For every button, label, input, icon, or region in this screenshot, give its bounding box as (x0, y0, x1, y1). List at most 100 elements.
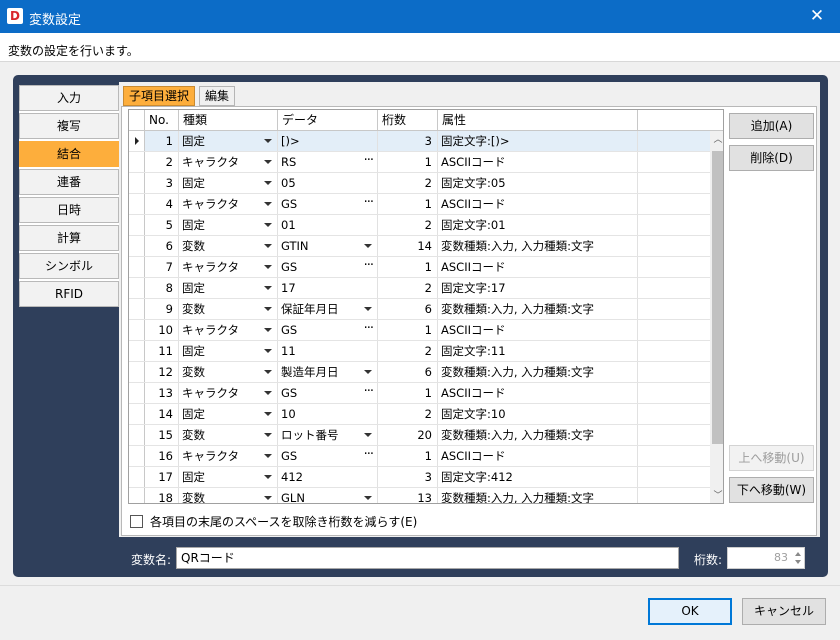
cell-kind[interactable]: キャラクタ (179, 383, 278, 403)
cell-data[interactable]: GS ··· (278, 446, 378, 466)
cell-kind[interactable]: キャラクタ (179, 152, 278, 172)
cancel-button[interactable]: キャンセル (742, 598, 826, 625)
cell-data[interactable]: GLN (278, 488, 378, 503)
cell-kind[interactable]: 固定 (179, 131, 278, 151)
chevron-down-icon[interactable] (264, 496, 272, 500)
cell-data[interactable]: GS ··· (278, 320, 378, 340)
column-header-kind[interactable]: 種類 (179, 110, 278, 131)
ellipsis-icon[interactable]: ··· (364, 383, 374, 402)
cell-data[interactable]: GS ··· (278, 257, 378, 277)
move-down-button[interactable]: 下へ移動(W) (729, 477, 814, 503)
row-header[interactable] (129, 278, 145, 298)
sidebar-item[interactable]: 結合 (19, 141, 119, 167)
sidebar-item[interactable]: 計算 (19, 225, 119, 251)
cell-kind[interactable]: 変数 (179, 299, 278, 319)
row-header[interactable] (129, 383, 145, 403)
tab-edit[interactable]: 編集 (199, 86, 236, 106)
table-row[interactable]: 11 固定 11 2 固定文字:11 (129, 341, 710, 362)
cell-data[interactable]: ロット番号 (278, 425, 378, 445)
column-header-digits[interactable]: 桁数 (378, 110, 438, 131)
cell-data[interactable]: 10 (278, 404, 378, 424)
row-header[interactable] (129, 320, 145, 340)
table-row[interactable]: 4 キャラクタ GS ··· 1 ASCIIコード (129, 194, 710, 215)
chevron-down-icon[interactable] (264, 160, 272, 164)
table-row[interactable]: 2 キャラクタ RS ··· 1 ASCIIコード (129, 152, 710, 173)
chevron-down-icon[interactable] (264, 349, 272, 353)
tab-child-select[interactable]: 子項目選択 (123, 86, 196, 106)
grid-scrollbar[interactable]: ︿ ﹀ (710, 131, 723, 503)
row-header[interactable] (129, 215, 145, 235)
sidebar-item[interactable]: シンボル (19, 253, 119, 279)
scroll-thumb[interactable] (712, 151, 723, 444)
cell-kind[interactable]: 変数 (179, 488, 278, 503)
close-icon[interactable]: ✕ (794, 0, 840, 33)
ok-button[interactable]: OK (648, 598, 732, 625)
delete-button[interactable]: 削除(D) (729, 145, 814, 171)
cell-data[interactable]: [)> (278, 131, 378, 151)
ellipsis-icon[interactable]: ··· (364, 152, 374, 171)
ellipsis-icon[interactable]: ··· (364, 257, 374, 276)
row-header[interactable] (129, 341, 145, 361)
chevron-down-icon[interactable] (264, 244, 272, 248)
cell-data[interactable]: 17 (278, 278, 378, 298)
cell-kind[interactable]: 変数 (179, 362, 278, 382)
chevron-down-icon[interactable] (264, 328, 272, 332)
table-row[interactable]: 9 変数 保証年月日 6 変数種類:入力, 入力種類:文字 (129, 299, 710, 320)
table-row[interactable]: 17 固定 412 3 固定文字:412 (129, 467, 710, 488)
cell-kind[interactable]: 変数 (179, 236, 278, 256)
row-header[interactable] (129, 152, 145, 172)
chevron-down-icon[interactable] (364, 307, 372, 311)
cell-data[interactable]: RS ··· (278, 152, 378, 172)
column-header-attribute[interactable]: 属性 (438, 110, 638, 131)
chevron-down-icon[interactable] (264, 370, 272, 374)
chevron-down-icon[interactable] (364, 496, 372, 500)
chevron-down-icon[interactable] (264, 223, 272, 227)
table-row[interactable]: 7 キャラクタ GS ··· 1 ASCIIコード (129, 257, 710, 278)
table-row[interactable]: 10 キャラクタ GS ··· 1 ASCIIコード (129, 320, 710, 341)
table-row[interactable]: 5 固定 01 2 固定文字:01 (129, 215, 710, 236)
chevron-down-icon[interactable] (264, 286, 272, 290)
ellipsis-icon[interactable]: ··· (364, 194, 374, 213)
column-header-data[interactable]: データ (278, 110, 378, 131)
row-header[interactable] (129, 446, 145, 466)
cell-kind[interactable]: キャラクタ (179, 257, 278, 277)
row-header[interactable] (129, 194, 145, 214)
cell-kind[interactable]: 固定 (179, 341, 278, 361)
cell-data[interactable]: 01 (278, 215, 378, 235)
cell-kind[interactable]: 固定 (179, 278, 278, 298)
cell-data[interactable]: 保証年月日 (278, 299, 378, 319)
cell-kind[interactable]: 固定 (179, 173, 278, 193)
row-header[interactable] (129, 362, 145, 382)
chevron-down-icon[interactable] (264, 412, 272, 416)
chevron-down-icon[interactable] (264, 202, 272, 206)
cell-data[interactable]: GTIN (278, 236, 378, 256)
cell-data[interactable]: GS ··· (278, 194, 378, 214)
sidebar-item[interactable]: RFID (19, 281, 119, 307)
table-row[interactable]: 14 固定 10 2 固定文字:10 (129, 404, 710, 425)
cell-kind[interactable]: 固定 (179, 215, 278, 235)
row-header[interactable] (129, 257, 145, 277)
row-header[interactable] (129, 467, 145, 487)
items-grid[interactable]: No. 種類 データ 桁数 属性 1 固定 [)> 3 固定文字:[)> 2 キャラクタ RS… (128, 109, 724, 504)
cell-kind[interactable]: キャラクタ (179, 446, 278, 466)
move-up-button[interactable]: 上へ移動(U) (729, 445, 814, 471)
chevron-down-icon[interactable] (264, 391, 272, 395)
cell-data[interactable]: 05 (278, 173, 378, 193)
table-row[interactable]: 13 キャラクタ GS ··· 1 ASCIIコード (129, 383, 710, 404)
trim-spaces-checkbox[interactable] (130, 515, 143, 528)
table-row[interactable]: 1 固定 [)> 3 固定文字:[)> (129, 131, 710, 152)
ellipsis-icon[interactable]: ··· (364, 446, 374, 465)
cell-data[interactable]: 製造年月日 (278, 362, 378, 382)
cell-data[interactable]: 11 (278, 341, 378, 361)
ellipsis-icon[interactable]: ··· (364, 320, 374, 339)
table-row[interactable]: 12 変数 製造年月日 6 変数種類:入力, 入力種類:文字 (129, 362, 710, 383)
cell-kind[interactable]: キャラクタ (179, 320, 278, 340)
table-row[interactable]: 18 変数 GLN 13 変数種類:入力, 入力種類:文字 (129, 488, 710, 503)
chevron-down-icon[interactable] (364, 433, 372, 437)
cell-kind[interactable]: キャラクタ (179, 194, 278, 214)
cell-data[interactable]: GS ··· (278, 383, 378, 403)
table-row[interactable]: 15 変数 ロット番号 20 変数種類:入力, 入力種類:文字 (129, 425, 710, 446)
trim-spaces-label[interactable]: 各項目の末尾のスペースを取除き桁数を減らす(E) (150, 513, 417, 530)
cell-data[interactable]: 412 (278, 467, 378, 487)
variable-name-input[interactable]: QRコード (176, 547, 679, 569)
